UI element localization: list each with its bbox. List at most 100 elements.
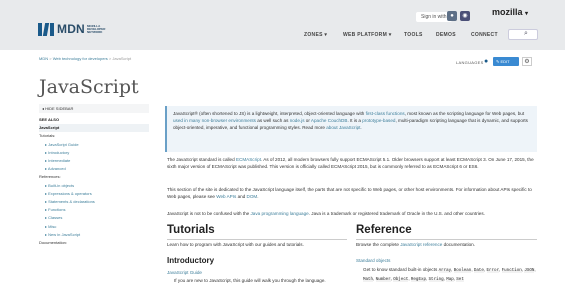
globe-icon[interactable]: ●	[484, 58, 488, 65]
intro-text: as well such as	[255, 118, 290, 123]
sidebar-item[interactable]: ▸ Introductory	[39, 149, 149, 157]
breadcrumb-sep: >	[108, 56, 112, 61]
link-non-browser[interactable]: used in many non-browser environments	[173, 118, 256, 123]
reference-divider	[356, 239, 537, 240]
object-code-link[interactable]: Number	[375, 278, 391, 282]
link-js-reference[interactable]: JavaScript reference	[400, 242, 442, 247]
sidebar-item[interactable]: ▸ Expressions & operators	[39, 190, 149, 198]
intro-text: , most known as the scripting language f…	[404, 111, 525, 116]
object-code-link[interactable]: Object	[393, 278, 409, 282]
nav-demos[interactable]: DEMOS	[436, 32, 456, 38]
object-code-link[interactable]: Error	[486, 269, 500, 273]
object-code-link[interactable]: JSON	[524, 269, 535, 273]
intro-note: JavaScript® (often shortened to JS) is a…	[165, 106, 537, 152]
paragraph-text: . Java is a trademark or registered trad…	[308, 211, 485, 216]
tutorials-divider	[167, 239, 347, 240]
breadcrumb: MDN > Web technology for developers > Ja…	[39, 56, 131, 61]
sidebar-item[interactable]: ▸ Misc	[39, 223, 149, 231]
object-code-link[interactable]: Boolean	[453, 269, 472, 273]
sidebar-item: SEE ALSO	[39, 117, 60, 122]
link-javascript-guide[interactable]: JavaScript Guide	[167, 270, 202, 275]
link-java[interactable]: Java programming language	[251, 211, 309, 216]
link-prototype-based[interactable]: prototype-based	[362, 118, 395, 123]
reference-desc: Browse the complete JavaScript reference…	[356, 242, 475, 247]
mozilla-tab[interactable]: mozilla ▾	[492, 7, 528, 17]
languages-label[interactable]: LANGUAGES	[456, 60, 484, 65]
breadcrumb-current: JavaScript	[112, 56, 132, 61]
object-code-link[interactable]: Math	[363, 278, 374, 282]
mdn-logo-icon	[38, 22, 54, 36]
link-web-apis[interactable]: Web APIs	[216, 194, 236, 199]
breadcrumb-web-tech[interactable]: Web technology for developers	[53, 56, 108, 61]
pencil-icon: ✎	[496, 59, 500, 64]
object-code-link[interactable]: Set	[456, 278, 464, 282]
paragraph-text: The JavaScript standard is called	[167, 157, 236, 162]
tutorials-heading: Tutorials	[167, 224, 215, 236]
link-node[interactable]: node.js	[290, 118, 305, 123]
hide-sidebar-button[interactable]: ◂ HIDE SIDEBAR	[39, 104, 149, 113]
link-first-class-functions[interactable]: first-class functions	[366, 111, 405, 116]
nav-tools[interactable]: TOOLS	[404, 32, 423, 38]
sidebar-item[interactable]: ▸ Functions	[39, 206, 149, 214]
object-code-link[interactable]: Array	[438, 269, 452, 273]
object-code-link[interactable]: Date	[473, 269, 484, 273]
sidebar-item: JavaScript	[39, 124, 149, 133]
mozilla-label: mozilla	[492, 7, 523, 17]
paragraph-text: JavaScript is not to be confused with th…	[167, 211, 251, 216]
sidebar-item: References:	[39, 174, 61, 180]
persona-signin-icon[interactable]: ●	[447, 11, 457, 21]
intro-text: . It is a	[347, 118, 363, 123]
edit-button[interactable]: ✎ EDIT	[493, 57, 519, 66]
sidebar-item[interactable]: ▸ JavaScript Guide	[39, 141, 149, 149]
sidebar-item[interactable]: ▸ Statements & declarations	[39, 198, 149, 206]
sidebar-item: Tutorials:	[39, 133, 56, 139]
introductory-heading: Introductory	[167, 256, 215, 265]
logo-text: MDN	[57, 22, 85, 36]
chevron-down-icon: ▾	[525, 11, 529, 17]
reference-desc-text: Browse the complete	[356, 242, 401, 247]
scope-paragraph: This section of the site is dedicated to…	[167, 187, 537, 201]
link-ecmascript[interactable]: ECMAScript	[236, 157, 261, 162]
sidebar-list: SEE ALSO JavaScript Tutorials: ▸ JavaScript…	[39, 116, 149, 247]
mdn-logo[interactable]: MDN MOZILLA DEVELOPER NETWORK	[38, 22, 109, 36]
link-standard-objects[interactable]: Standard objects	[356, 258, 390, 263]
sidebar-item[interactable]: ▸ Classes	[39, 214, 149, 222]
sidebar: ◂ HIDE SIDEBAR SEE ALSO JavaScript Tutoria…	[39, 104, 149, 247]
sidebar-item[interactable]: ▸ Advanced	[39, 165, 149, 173]
paragraph-text: and	[236, 193, 247, 199]
link-dom[interactable]: DOM	[247, 194, 258, 199]
reference-heading: Reference	[356, 224, 412, 236]
logo-subtitle: MOZILLA DEVELOPER NETWORK	[86, 23, 106, 34]
sidebar-item: Documentation:	[39, 240, 68, 246]
standard-objects-desc: Get to know standard built-in objects Ar…	[363, 266, 538, 284]
breadcrumb-sep: >	[49, 56, 52, 61]
intro-text: .	[360, 125, 362, 130]
java-paragraph: JavaScript is not to be confused with th…	[167, 211, 537, 218]
link-about-javascript[interactable]: about JavaScript	[326, 125, 360, 130]
nav-connect[interactable]: CONNECT	[471, 32, 498, 38]
search-icon[interactable]: ⌕	[524, 30, 528, 38]
page-title: JavaScript	[39, 76, 139, 98]
sidebar-item[interactable]: ▸ Built-in objects	[39, 182, 149, 190]
std-desc-text: Get to know standard built-in objects	[363, 267, 439, 272]
sidebar-item[interactable]: ▸ New in JavaScript	[39, 231, 149, 239]
breadcrumb-mdn[interactable]: MDN	[39, 56, 48, 61]
search-input[interactable]	[508, 29, 538, 40]
sidebar-item[interactable]: ▸ Intermediate	[39, 157, 149, 165]
object-code-link[interactable]: String	[428, 278, 444, 282]
link-couchdb[interactable]: Apache CouchDB	[311, 118, 348, 123]
intro-text: JavaScript® (often shortened to JS) is a…	[173, 111, 366, 116]
object-code-link[interactable]: Map	[446, 278, 454, 282]
reference-desc-text: documentation.	[442, 242, 476, 247]
nav-web-platform[interactable]: WEB PLATFORM ▾	[343, 32, 392, 38]
object-code-link[interactable]: Function	[501, 269, 522, 273]
nav-zones[interactable]: ZONES ▾	[304, 32, 327, 38]
gear-icon[interactable]: ⚙	[522, 57, 532, 66]
guide-desc: If you are new to JavaScript, this guide…	[174, 278, 326, 283]
tutorials-desc: Learn how to program with JavaScript wit…	[167, 242, 304, 247]
paragraph-text: .	[257, 193, 259, 199]
edit-label: EDIT	[500, 59, 510, 64]
ecmascript-paragraph: The JavaScript standard is called ECMASc…	[167, 157, 537, 171]
github-signin-icon[interactable]: ◉	[460, 11, 470, 21]
object-code-link[interactable]: RegExp	[410, 278, 426, 282]
